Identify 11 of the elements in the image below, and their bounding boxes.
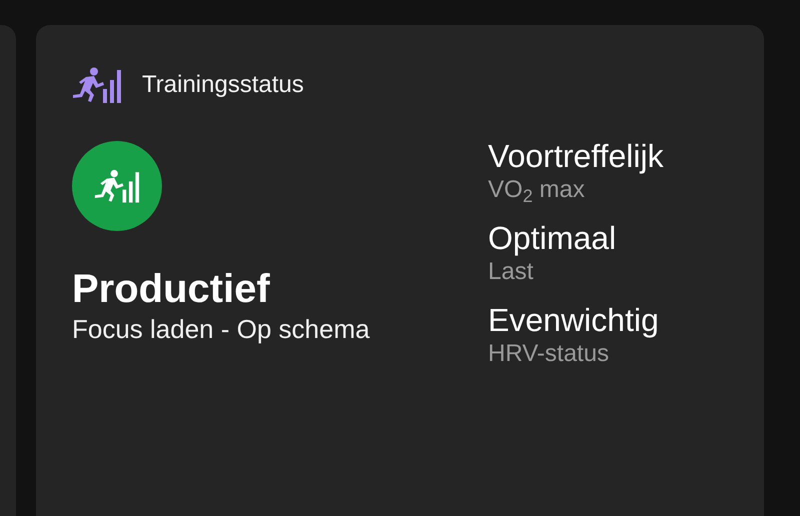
metric-value: Voortreffelijk [488, 137, 664, 175]
metric-value: Optimaal [488, 219, 618, 257]
runner-bars-icon [94, 169, 140, 203]
metric-label: VO$_{2}$ max [488, 175, 586, 205]
metric-value: Evenwichtig [488, 301, 660, 339]
status-label: Productief [72, 266, 271, 313]
status-detail: Focus laden - Op schema [72, 313, 371, 345]
metric-label: Last [488, 257, 534, 287]
metric-label: HRV-status [488, 339, 610, 369]
card-title: Trainingsstatus [142, 70, 304, 100]
runner-bars-icon [72, 67, 122, 103]
